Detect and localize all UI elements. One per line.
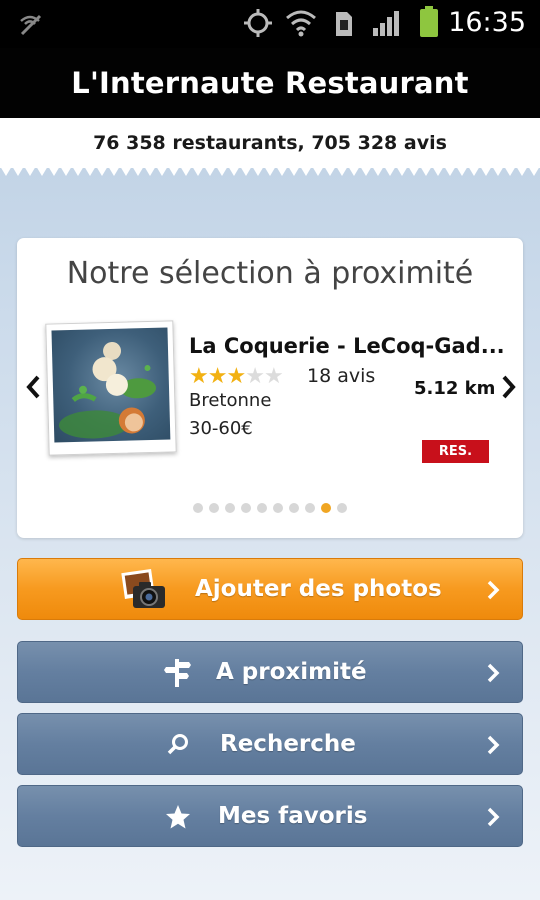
- page-dot[interactable]: [225, 503, 235, 513]
- clock: 16:35: [448, 7, 526, 38]
- gps-icon: [244, 9, 272, 37]
- status-bar: 16:35: [0, 0, 540, 48]
- next-arrow-icon[interactable]: [498, 374, 518, 400]
- star-empty-icon: ★: [245, 364, 265, 389]
- page-dot[interactable]: [257, 503, 267, 513]
- restaurant-photo[interactable]: [45, 320, 177, 456]
- sim-icon: [336, 12, 352, 36]
- food-image: [51, 327, 171, 443]
- chevron-right-icon: [487, 580, 500, 600]
- selection-card: Notre sélection à proximité La Coquerie …: [17, 238, 523, 538]
- star-empty-icon: ★: [263, 364, 284, 389]
- carousel-pagination: [17, 503, 523, 513]
- battery-icon: [420, 6, 438, 37]
- rating-stars: ★★★★★: [189, 364, 284, 389]
- nfc-icon: [20, 14, 42, 36]
- price-range: 30-60€: [189, 418, 253, 439]
- search-icon: [167, 734, 188, 755]
- star-filled-icon: ★: [226, 364, 246, 389]
- add-photos-button[interactable]: Ajouter des photos: [17, 558, 523, 620]
- signal-icon: [373, 11, 399, 36]
- search-button[interactable]: Recherche: [17, 713, 523, 775]
- wifi-icon: [286, 10, 316, 37]
- app-title: L'Internaute Restaurant: [71, 66, 469, 100]
- page-dot[interactable]: [209, 503, 219, 513]
- page-dot[interactable]: [337, 503, 347, 513]
- selection-title: Notre sélection à proximité: [66, 256, 474, 291]
- star-filled-icon: ★: [189, 364, 209, 389]
- camera-icon: [121, 569, 165, 608]
- favorites-button[interactable]: Mes favoris: [17, 785, 523, 847]
- page-dot[interactable]: [273, 503, 283, 513]
- restaurant-name[interactable]: La Coquerie - LeCoq-Gad...: [189, 334, 505, 358]
- star-icon: [166, 805, 190, 829]
- chevron-right-icon: [487, 807, 500, 827]
- chevron-right-icon: [487, 735, 500, 755]
- add-photos-label: Ajouter des photos: [195, 576, 442, 602]
- page-dot[interactable]: [289, 503, 299, 513]
- search-label: Recherche: [220, 731, 356, 757]
- cuisine-type: Bretonne: [189, 390, 272, 411]
- zigzag-divider: [0, 166, 540, 176]
- signpost-icon: [164, 659, 191, 687]
- page-dot-active[interactable]: [321, 503, 331, 513]
- page-dot[interactable]: [305, 503, 315, 513]
- favorites-label: Mes favoris: [218, 803, 368, 829]
- reservation-badge[interactable]: RES.: [422, 440, 489, 463]
- stats-banner: 76 358 restaurants, 705 328 avis: [0, 118, 540, 168]
- review-count: 18 avis: [307, 365, 376, 387]
- distance: 5.12 km: [414, 378, 496, 399]
- nearby-button[interactable]: A proximité: [17, 641, 523, 703]
- app-header: L'Internaute Restaurant: [0, 48, 540, 118]
- star-filled-icon: ★: [207, 364, 228, 389]
- stats-text: 76 358 restaurants, 705 328 avis: [93, 132, 447, 154]
- page-dot[interactable]: [193, 503, 203, 513]
- previous-arrow-icon[interactable]: [24, 374, 44, 400]
- page-dot[interactable]: [241, 503, 251, 513]
- chevron-right-icon: [487, 663, 500, 683]
- nearby-label: A proximité: [216, 659, 367, 685]
